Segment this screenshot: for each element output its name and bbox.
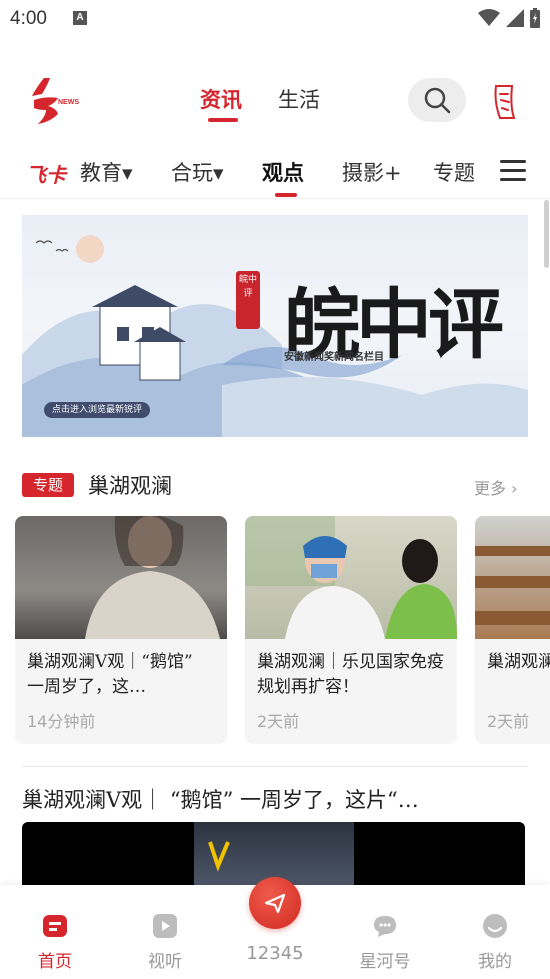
card-title: 巢湖观澜｜乐见国家免疫规划再扩容！: [257, 652, 444, 697]
card-title: 巢湖观澜V观｜“鹅馆” 一周岁了，这…: [27, 652, 193, 697]
nav-label: 12345: [246, 943, 304, 964]
special-cards: 巢湖观澜V观｜“鹅馆” 一周岁了，这… 14分钟前 巢湖观澜｜乐见国家免疫规划再…: [15, 516, 550, 746]
more-link[interactable]: 更多 ›: [474, 475, 518, 499]
special-title[interactable]: 巢湖观澜: [88, 470, 172, 500]
status-bar: 4:00 A: [0, 0, 550, 40]
app-header: NEWS 资讯 生活: [0, 60, 550, 140]
bottom-nav: 首页 视听 12345 星河号 我的: [0, 877, 550, 979]
nav-video[interactable]: 视听: [125, 885, 205, 972]
channel-education[interactable]: 教育▾: [80, 157, 133, 187]
search-icon: [424, 87, 451, 114]
card-image: [15, 516, 227, 639]
card-image: [475, 516, 550, 639]
special-card[interactable]: 巢湖观澜｜捐赠回馈… 2天前: [475, 516, 550, 744]
nav-label: 星河号: [359, 952, 411, 972]
special-badge: 专题: [22, 473, 74, 497]
tab-news[interactable]: 资讯: [200, 84, 242, 114]
banner-cta[interactable]: 点击进入浏览最新锐评: [44, 402, 151, 418]
battery-icon: [530, 8, 540, 28]
menu-icon[interactable]: [500, 160, 526, 184]
nav-home[interactable]: 首页: [15, 885, 95, 972]
card-image: [245, 516, 457, 639]
divider: [22, 766, 528, 767]
status-icons: [478, 8, 540, 28]
seal-icon[interactable]: [490, 80, 520, 122]
svg-text:NEWS: NEWS: [58, 99, 79, 106]
card-time: 2天前: [257, 712, 300, 731]
notification-icon: A: [73, 11, 87, 25]
profile-icon: [483, 914, 507, 938]
article-title[interactable]: 巢湖观澜V观｜ “鹅馆” 一周岁了，这片“…: [22, 784, 532, 814]
paper-plane-icon: [264, 893, 286, 914]
hotline-button[interactable]: [249, 877, 301, 929]
banner-seal: 皖中评: [236, 271, 260, 329]
channel-feika[interactable]: 飞卡: [26, 159, 66, 188]
video-icon: [153, 914, 177, 938]
banner[interactable]: 皖中评 皖中评 安徽新闻奖新闻名栏目 点击进入浏览最新锐评: [22, 215, 528, 437]
channel-special[interactable]: 专题: [433, 157, 475, 187]
tab-news-indicator: [208, 118, 238, 122]
channel-opinion-indicator: [275, 193, 297, 197]
special-section-header: 专题 巢湖观澜 更多 ›: [22, 468, 532, 502]
nav-label: 首页: [38, 952, 72, 972]
nav-label: 视听: [148, 952, 182, 972]
banner-subtitle: 安徽新闻奖新闻名栏目: [284, 352, 384, 363]
card-time: 14分钟前: [27, 712, 96, 731]
chat-icon: [374, 916, 396, 937]
home-icon: [43, 915, 67, 937]
scrollbar[interactable]: [544, 200, 549, 268]
channel-opinion[interactable]: 观点: [262, 157, 304, 187]
search-button[interactable]: [408, 78, 466, 122]
status-time: 4:00: [10, 8, 47, 29]
channel-hewan[interactable]: 合玩▾: [171, 157, 224, 187]
special-card[interactable]: 巢湖观澜V观｜“鹅馆” 一周岁了，这… 14分钟前: [15, 516, 227, 744]
nav-profile[interactable]: 我的: [455, 885, 535, 972]
tab-life[interactable]: 生活: [278, 84, 320, 114]
card-time: 2天前: [487, 712, 530, 731]
channel-bar: 飞卡 教育▾ 合玩▾ 观点 摄影+ 专题: [0, 145, 550, 199]
special-card[interactable]: 巢湖观澜｜乐见国家免疫规划再扩容！ 2天前: [245, 516, 457, 744]
nav-xingheh[interactable]: 星河号: [345, 885, 425, 972]
app-logo: NEWS: [32, 78, 79, 124]
wifi-icon: [478, 9, 500, 26]
card-title: 巢湖观澜｜捐赠回馈…: [487, 652, 550, 672]
nav-label: 我的: [478, 952, 512, 972]
signal-icon: [506, 9, 524, 27]
channel-photography[interactable]: 摄影+: [342, 157, 402, 187]
